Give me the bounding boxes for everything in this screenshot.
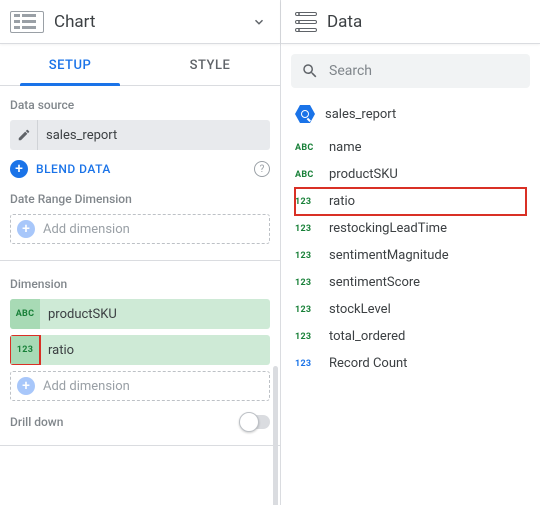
data-source-name: sales_report <box>38 128 125 143</box>
dimension-chip[interactable]: ABC productSKU <box>10 299 270 329</box>
bigquery-icon <box>295 104 315 124</box>
field-label: total_ordered <box>329 329 405 344</box>
field-label: stockLevel <box>329 302 391 317</box>
field-row[interactable]: 123 stockLevel <box>295 296 526 323</box>
tab-setup[interactable]: SETUP <box>0 44 140 85</box>
chevron-down-icon <box>252 15 266 29</box>
date-range-label: Date Range Dimension <box>10 192 270 206</box>
blend-data-label: BLEND DATA <box>36 162 246 176</box>
field-row[interactable]: 123 Record Count <box>295 350 526 377</box>
data-header: Data <box>281 0 540 44</box>
field-row[interactable]: 123 total_ordered <box>295 323 526 350</box>
blend-data-row[interactable]: + BLEND DATA ? <box>10 160 270 178</box>
field-type-badge: ABC <box>10 299 40 329</box>
data-title: Data <box>327 12 526 32</box>
drill-down-row: Drill down <box>10 415 270 429</box>
field-type-badge: ABC <box>295 143 317 153</box>
field-type-badge: 123 <box>295 197 317 207</box>
field-label: sentimentMagnitude <box>329 248 449 263</box>
dimension-chip[interactable]: 123 ratio <box>10 335 270 365</box>
add-dimension-placeholder: Add dimension <box>43 222 130 237</box>
field-label: Record Count <box>329 356 407 371</box>
drill-down-toggle[interactable] <box>240 415 270 429</box>
field-row[interactable]: 123 restockingLeadTime <box>295 215 526 242</box>
field-type-badge: 123 <box>295 251 317 261</box>
field-type-badge: ABC <box>295 170 317 180</box>
field-type-badge: 123 <box>295 305 317 315</box>
data-source-header[interactable]: sales_report <box>281 98 540 134</box>
data-panel: Data Search sales_report ABC name ABC produ… <box>281 0 540 505</box>
table-chart-icon <box>10 11 44 33</box>
data-source-title: sales_report <box>325 107 396 122</box>
field-row[interactable]: ABC productSKU <box>295 161 526 188</box>
divider <box>0 260 280 261</box>
field-type-badge: 123 <box>295 278 317 288</box>
tab-style[interactable]: STYLE <box>140 44 280 85</box>
help-icon[interactable]: ? <box>254 161 270 177</box>
field-row[interactable]: 123 sentimentScore <box>295 269 526 296</box>
dimension-value: productSKU <box>40 307 125 322</box>
field-row[interactable]: 123 sentimentMagnitude <box>295 242 526 269</box>
data-source-label: Data source <box>10 98 270 112</box>
drill-down-label: Drill down <box>10 415 63 429</box>
dimension-value: ratio <box>40 343 82 358</box>
field-row[interactable]: 123 ratio <box>295 188 526 215</box>
chart-header[interactable]: Chart <box>0 0 280 44</box>
field-label: restockingLeadTime <box>329 221 447 236</box>
field-type-badge: 123 <box>295 332 317 342</box>
add-dimension-placeholder: Add dimension <box>43 379 130 394</box>
field-label: sentimentScore <box>329 275 420 290</box>
search-icon <box>301 62 319 80</box>
divider <box>0 445 280 446</box>
plus-icon: + <box>17 377 35 395</box>
search-input[interactable]: Search <box>291 54 530 88</box>
field-row[interactable]: ABC name <box>295 134 526 161</box>
plus-icon: + <box>17 220 35 238</box>
data-source-chip[interactable]: sales_report <box>10 120 270 150</box>
field-type-badge: 123 <box>295 359 317 369</box>
chart-title: Chart <box>54 12 252 32</box>
plus-icon: + <box>10 160 28 178</box>
config-tabs: SETUP STYLE <box>0 44 280 86</box>
pencil-icon <box>10 120 38 150</box>
database-icon <box>295 12 317 32</box>
dimension-label: Dimension <box>10 277 270 291</box>
add-date-dimension[interactable]: + Add dimension <box>10 214 270 244</box>
scrollbar[interactable] <box>273 366 278 505</box>
field-label: ratio <box>329 194 355 209</box>
field-list: ABC name ABC productSKU 123 ratio 123 restockin… <box>281 134 540 377</box>
field-label: name <box>329 140 362 155</box>
field-label: productSKU <box>329 167 398 182</box>
chart-config-panel: Chart SETUP STYLE Data source sales_repo… <box>0 0 281 505</box>
field-type-badge: 123 <box>10 335 40 365</box>
setup-body: Data source sales_report + BLEND DATA ? … <box>0 86 280 505</box>
search-placeholder: Search <box>329 63 372 79</box>
add-dimension[interactable]: + Add dimension <box>10 371 270 401</box>
field-type-badge: 123 <box>295 224 317 234</box>
